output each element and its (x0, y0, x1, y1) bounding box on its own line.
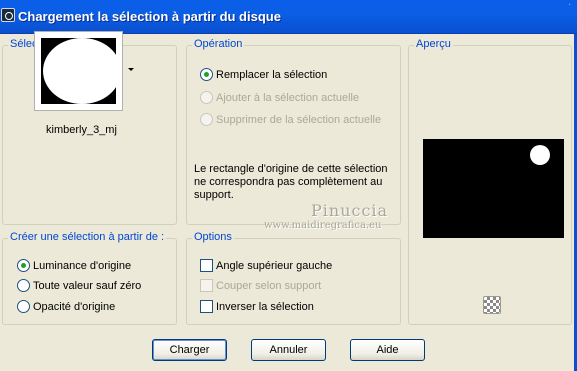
radio-indicator[interactable] (200, 91, 213, 104)
checkbox-label: Inverser la sélection (216, 301, 314, 313)
selection-filename: kimberly_3_mj (46, 124, 117, 136)
checkbox-label: Angle supérieur gauche (216, 260, 333, 272)
thumbnail-circle (43, 38, 121, 104)
options-group-title: Options (192, 231, 234, 243)
radio-label: Supprimer de la sélection actuelle (216, 114, 382, 126)
title-bar: Chargement la sélection à partir du disq… (0, 0, 577, 34)
checkerboard-icon[interactable] (483, 296, 501, 314)
watermark-url: www.maidiregrafica.eu (264, 220, 382, 231)
radio-indicator[interactable] (17, 300, 30, 313)
preview-group-title: Aperçu (414, 38, 453, 50)
radio-label: Remplacer la sélection (216, 69, 328, 81)
radio-label: Ajouter à la sélection actuelle (216, 92, 360, 104)
radio-label: Opacité d'origine (33, 301, 116, 313)
checkbox-indicator[interactable] (200, 300, 213, 313)
load-button[interactable]: Charger (152, 339, 227, 361)
window-title: Chargement la sélection à partir du disq… (18, 9, 281, 24)
radio-indicator[interactable] (17, 259, 30, 272)
preview-selection-dot (530, 145, 550, 165)
operation-group-title: Opération (192, 38, 245, 50)
title-extra-text: . (568, 0, 571, 8)
dropdown-arrow-icon[interactable] (128, 68, 134, 71)
selection-thumbnail[interactable] (34, 31, 123, 111)
app-icon[interactable] (1, 8, 15, 22)
help-button[interactable]: Aide (350, 339, 425, 361)
checkbox-indicator[interactable] (200, 259, 213, 272)
thumbnail-background (41, 38, 121, 104)
radio-indicator[interactable] (17, 279, 30, 292)
radio-indicator[interactable] (200, 68, 213, 81)
cancel-button[interactable]: Annuler (251, 339, 326, 361)
radio-indicator[interactable] (200, 113, 213, 126)
checkbox-indicator[interactable] (200, 279, 213, 292)
create-from-group-title: Créer une sélection à partir de : (8, 231, 167, 243)
radio-label: Toute valeur sauf zéro (33, 280, 142, 292)
preview-canvas (423, 139, 564, 238)
mismatch-note: Le rectangle d'origine de cette sélectio… (194, 163, 388, 201)
radio-label: Luminance d'origine (33, 260, 132, 272)
watermark-name: Pinuccia (311, 201, 389, 220)
checkbox-label: Couper selon support (216, 280, 322, 292)
